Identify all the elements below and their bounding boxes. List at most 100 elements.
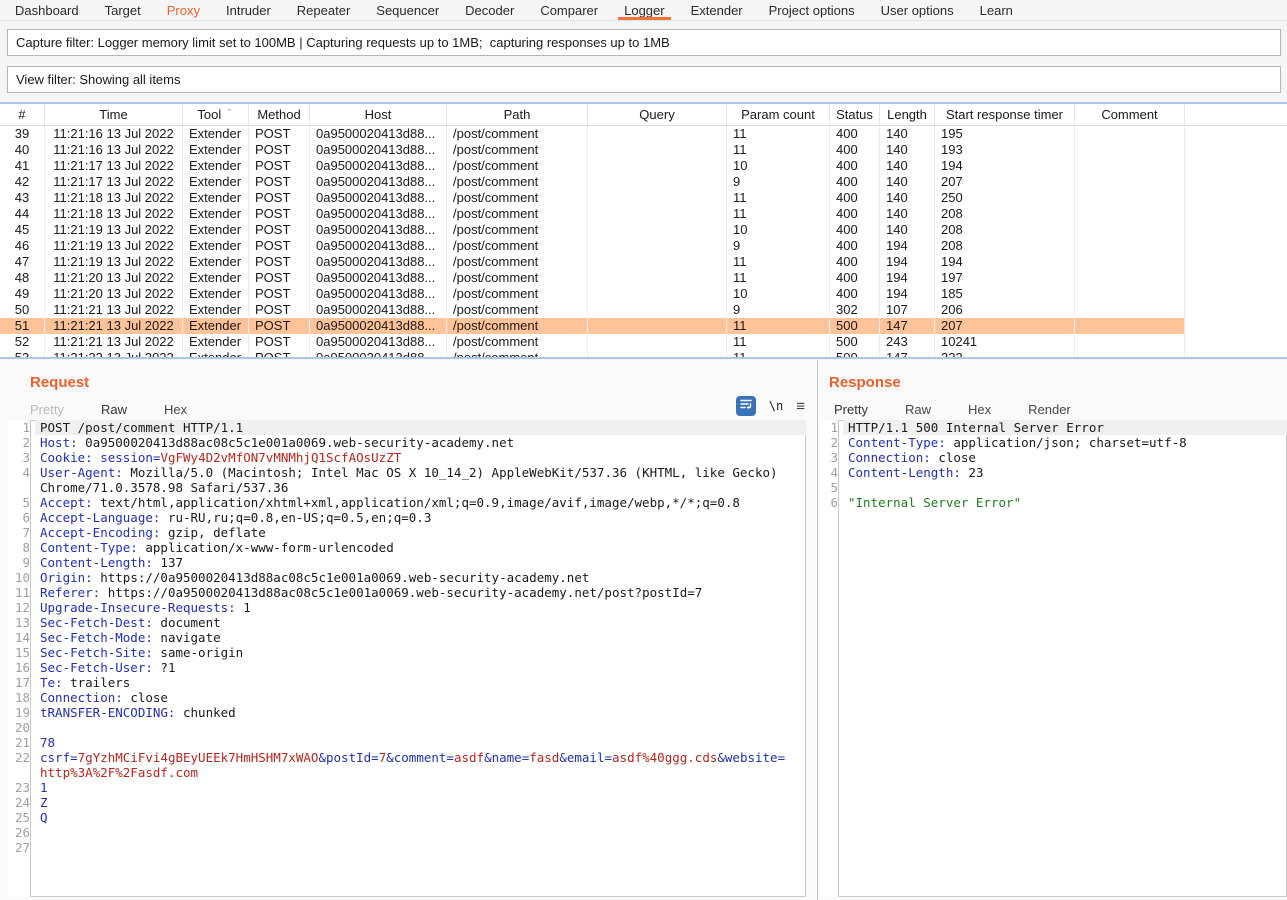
table-row-49[interactable]: 4911:21:20 13 Jul 2022ExtenderPOST0a9500…: [0, 286, 1185, 302]
column-header-host[interactable]: Host: [310, 104, 447, 125]
editor-menu-button[interactable]: ≡: [796, 398, 805, 415]
column-header-label: Host: [365, 107, 392, 122]
line-content: [35, 825, 806, 840]
table-row-43[interactable]: 4311:21:18 13 Jul 2022ExtenderPOST0a9500…: [0, 190, 1185, 206]
cell-start-response-timer: 193: [935, 142, 1075, 158]
line-number: 5: [8, 495, 35, 510]
column-header-status[interactable]: Status: [830, 104, 880, 125]
cell-host: 0a9500020413d88...: [310, 318, 447, 334]
column-header-comment[interactable]: Comment: [1075, 104, 1185, 125]
line-content: http%3A%2F%2Fasdf.com: [35, 765, 806, 780]
editor-line-4: 4Content-Length: 23: [820, 465, 1287, 480]
cell-host: 0a9500020413d88...: [310, 190, 447, 206]
cell-comment: [1075, 174, 1185, 190]
cell-time: 11:21:17 13 Jul 2022: [45, 174, 183, 190]
column-header-length[interactable]: Length: [880, 104, 935, 125]
column-header-label: #: [18, 107, 25, 122]
response-title: Response: [829, 374, 901, 391]
line-content: Cookie: session=VgFWy4D2vMfON7vMNMhjQ1Sc…: [35, 450, 806, 465]
editor-line-2: 2Host: 0a9500020413d88ac08c5c1e001a0069.…: [8, 435, 806, 450]
cell-path: /post/comment: [447, 302, 588, 318]
cell-query: [588, 142, 727, 158]
table-row-47[interactable]: 4711:21:19 13 Jul 2022ExtenderPOST0a9500…: [0, 254, 1185, 270]
column-header-start-response-timer[interactable]: Start response timer: [935, 104, 1075, 125]
cell-status: 400: [830, 286, 880, 302]
column-header-param-count[interactable]: Param count: [727, 104, 830, 125]
column-header-tool[interactable]: Tool⌃: [183, 104, 249, 125]
table-row-53[interactable]: 5311:21:22 13 Jul 2022ExtenderPOST0a9500…: [0, 350, 1185, 359]
menu-item-logger[interactable]: Logger: [611, 0, 677, 20]
menu-item-dashboard[interactable]: Dashboard: [2, 0, 92, 20]
response-tab-render[interactable]: Render: [1026, 398, 1073, 420]
table-row-44[interactable]: 4411:21:18 13 Jul 2022ExtenderPOST0a9500…: [0, 206, 1185, 222]
response-tab-hex[interactable]: Hex: [966, 398, 993, 420]
word-wrap-button[interactable]: [736, 396, 756, 416]
response-editor[interactable]: 1HTTP/1.1 500 Internal Server Error2Cont…: [820, 420, 1287, 897]
response-tab-raw[interactable]: Raw: [903, 398, 933, 420]
cell-status: 400: [830, 158, 880, 174]
line-content: Referer: https://0a9500020413d88ac08c5c1…: [35, 585, 806, 600]
line-content: "Internal Server Error": [843, 495, 1287, 510]
menu-item-user-options[interactable]: User options: [868, 0, 967, 20]
request-editor[interactable]: 1POST /post/comment HTTP/1.12Host: 0a950…: [8, 420, 806, 897]
line-number: 22: [8, 750, 35, 765]
response-tab-pretty[interactable]: Pretty: [832, 398, 870, 420]
cell-: 47: [0, 254, 45, 270]
table-row-52[interactable]: 5211:21:21 13 Jul 2022ExtenderPOST0a9500…: [0, 334, 1185, 350]
menu-item-decoder[interactable]: Decoder: [452, 0, 527, 20]
cell-time: 11:21:19 13 Jul 2022: [45, 254, 183, 270]
cell-status: 400: [830, 270, 880, 286]
request-tab-raw[interactable]: Raw: [99, 398, 129, 420]
table-row-39[interactable]: 3911:21:16 13 Jul 2022ExtenderPOST0a9500…: [0, 126, 1185, 142]
cell-query: [588, 174, 727, 190]
column-header-query[interactable]: Query: [588, 104, 727, 125]
table-row-41[interactable]: 4111:21:17 13 Jul 2022ExtenderPOST0a9500…: [0, 158, 1185, 174]
menu-bar: DashboardTargetProxyIntruderRepeaterSequ…: [0, 0, 1287, 21]
request-title: Request: [30, 374, 89, 391]
menu-item-intruder[interactable]: Intruder: [213, 0, 284, 20]
table-row-42[interactable]: 4211:21:17 13 Jul 2022ExtenderPOST0a9500…: [0, 174, 1185, 190]
newline-toggle-button[interactable]: \n: [769, 399, 783, 413]
request-tab-hex[interactable]: Hex: [162, 398, 189, 420]
line-content: Sec-Fetch-Dest: document: [35, 615, 806, 630]
column-header-[interactable]: #: [0, 104, 45, 125]
menu-item-proxy[interactable]: Proxy: [154, 0, 213, 20]
cell-tool: Extender: [183, 318, 249, 334]
cell-host: 0a9500020413d88...: [310, 334, 447, 350]
menu-item-target[interactable]: Target: [92, 0, 154, 20]
cell-path: /post/comment: [447, 238, 588, 254]
cell-query: [588, 238, 727, 254]
cell-status: 400: [830, 126, 880, 142]
table-row-46[interactable]: 4611:21:19 13 Jul 2022ExtenderPOST0a9500…: [0, 238, 1185, 254]
column-header-label: Param count: [741, 107, 815, 122]
menu-item-sequencer[interactable]: Sequencer: [363, 0, 452, 20]
table-row-50[interactable]: 5011:21:21 13 Jul 2022ExtenderPOST0a9500…: [0, 302, 1185, 318]
editor-line-wrap: http%3A%2F%2Fasdf.com: [8, 765, 806, 780]
view-filter-bar[interactable]: View filter: Showing all items: [7, 66, 1281, 93]
column-header-time[interactable]: Time: [45, 104, 183, 125]
editor-line-27: 27: [8, 840, 806, 855]
menu-item-learn[interactable]: Learn: [967, 0, 1026, 20]
editor-line-6: 6"Internal Server Error": [820, 495, 1287, 510]
cell-time: 11:21:19 13 Jul 2022: [45, 222, 183, 238]
column-header-path[interactable]: Path: [447, 104, 588, 125]
logger-table[interactable]: # TimeTool⌃Method Host PathQuery Param count…: [0, 102, 1287, 359]
menu-item-project-options[interactable]: Project options: [756, 0, 868, 20]
cell-host: 0a9500020413d88...: [310, 158, 447, 174]
line-number: [8, 480, 35, 495]
column-header-method[interactable]: Method: [249, 104, 310, 125]
cell-path: /post/comment: [447, 334, 588, 350]
editor-line-24: 24Z: [8, 795, 806, 810]
line-content: Accept: text/html,application/xhtml+xml,…: [35, 495, 806, 510]
table-row-40[interactable]: 4011:21:16 13 Jul 2022ExtenderPOST0a9500…: [0, 142, 1185, 158]
table-row-45[interactable]: 4511:21:19 13 Jul 2022ExtenderPOST0a9500…: [0, 222, 1185, 238]
menu-item-extender[interactable]: Extender: [678, 0, 756, 20]
capture-filter-bar[interactable]: Capture filter: Logger memory limit set …: [7, 29, 1281, 56]
menu-item-comparer[interactable]: Comparer: [527, 0, 611, 20]
menu-item-repeater[interactable]: Repeater: [284, 0, 363, 20]
cell-: 43: [0, 190, 45, 206]
line-number: 26: [8, 825, 35, 840]
table-row-48[interactable]: 4811:21:20 13 Jul 2022ExtenderPOST0a9500…: [0, 270, 1185, 286]
table-row-51[interactable]: 5111:21:21 13 Jul 2022ExtenderPOST0a9500…: [0, 318, 1185, 334]
line-number: 14: [8, 630, 35, 645]
